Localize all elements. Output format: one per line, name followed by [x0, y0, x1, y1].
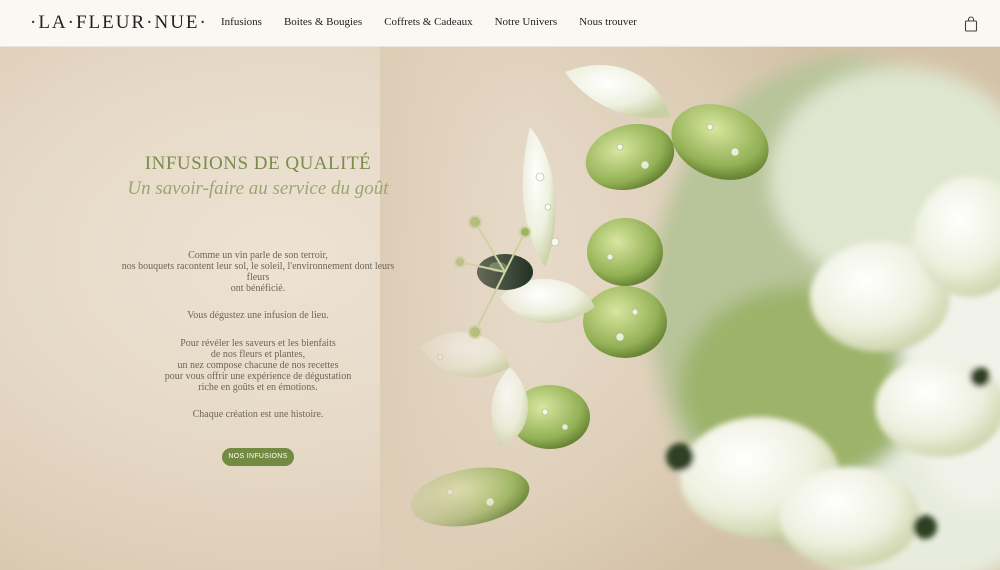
nav-notre-univers[interactable]: Notre Univers [484, 16, 569, 28]
text-line: de nos fleurs et plantes, [210, 349, 306, 360]
text-line: un nez compose chacune de nos recettes [177, 360, 339, 371]
flowers-photo [380, 47, 1000, 570]
text-line: fleurs [246, 272, 270, 283]
site-header: ·LA·FLEUR·NUE· Infusions Boites & Bougie… [0, 0, 1000, 47]
hero-title: INFUSIONS DE QUALITÉ [144, 153, 372, 174]
hero-paragraph-histoire: Chaque création est une histoire. [192, 409, 324, 420]
hero-paragraph-lieu: Vous dégustez une infusion de lieu. [187, 310, 329, 321]
hero-paragraph-recettes: Pour révéler les saveurs et les bienfait… [100, 338, 416, 393]
hero-subtitle: Un savoir-faire au service du goût [127, 178, 389, 199]
nav-infusions[interactable]: Infusions [210, 16, 273, 28]
text-line: nos bouquets racontent leur sol, le sole… [121, 261, 395, 272]
text-line: riche en goûts et en émotions. [198, 382, 318, 393]
shopping-bag-icon[interactable] [964, 16, 978, 32]
main-nav: Infusions Boites & Bougies Coffrets & Ca… [210, 16, 648, 28]
text-line: pour vous offrir une expérience de dégus… [164, 371, 352, 382]
hero-paragraph-terroir: Comme un vin parle de son terroir, nos b… [100, 250, 416, 294]
text-line: ont bénéficié. [230, 283, 286, 294]
brand-logo[interactable]: ·LA·FLEUR·NUE· [30, 12, 208, 34]
text-line: Pour révéler les saveurs et les bienfait… [180, 338, 336, 349]
nos-infusions-button[interactable]: NOS INFUSIONS [222, 448, 294, 466]
text-line: Comme un vin parle de son terroir, [188, 250, 328, 261]
nav-nous-trouver[interactable]: Nous trouver [568, 16, 648, 28]
hero-section: INFUSIONS DE QUALITÉ Un savoir-faire au … [0, 47, 1000, 570]
nav-boites-bougies[interactable]: Boites & Bougies [273, 16, 373, 28]
nav-coffrets-cadeaux[interactable]: Coffrets & Cadeaux [373, 16, 483, 28]
